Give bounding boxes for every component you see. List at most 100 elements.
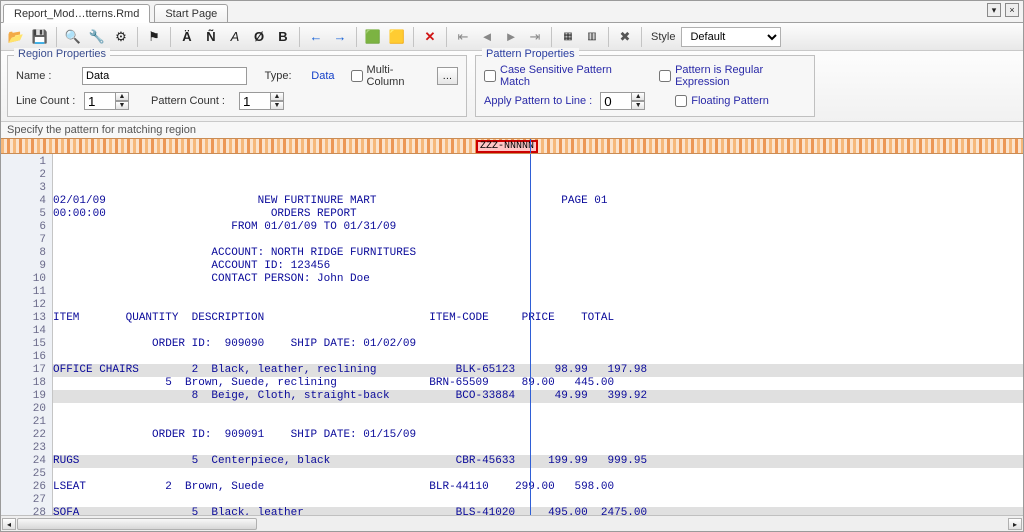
tab-start-page[interactable]: Start Page — [154, 4, 228, 22]
glyph-n-tilde[interactable]: Ñ — [200, 26, 222, 48]
report-line[interactable] — [53, 416, 1023, 429]
save-icon[interactable]: 💾 — [29, 26, 51, 48]
patterncount-down[interactable]: ▼ — [270, 101, 284, 110]
report-line[interactable]: FROM 01/01/09 TO 01/31/09 — [53, 221, 1023, 234]
patterncount-up[interactable]: ▲ — [270, 92, 284, 101]
glyph-a-umlaut[interactable]: Ä — [176, 26, 198, 48]
case-sensitive-label: Case Sensitive Pattern Match — [500, 64, 630, 88]
filter-a-icon[interactable]: ▦ — [557, 26, 579, 48]
type-label: Type: — [265, 70, 304, 82]
report-line[interactable]: ITEM QUANTITY DESCRIPTION ITEM-CODE PRIC… — [53, 312, 1023, 325]
glyph-a-italic[interactable]: A — [224, 26, 246, 48]
linecount-input[interactable] — [84, 92, 116, 110]
scroll-left-icon[interactable]: ◂ — [2, 518, 16, 530]
line-number: 14 — [1, 325, 52, 338]
patterncount-label: Pattern Count : — [151, 95, 231, 107]
apply-line-down[interactable]: ▼ — [631, 101, 645, 110]
nav-first-icon[interactable]: ⇤ — [452, 26, 474, 48]
main-toolbar: 📂 💾 🔍 🔧 ⚙ ⚑ Ä Ñ A Ø B ← → 🟩 🟨 ✕ ⇤ ◄ ► ⇥ … — [1, 23, 1023, 51]
report-line[interactable]: 02/01/09 NEW FURTINURE MART PAGE 01 — [53, 195, 1023, 208]
horizontal-scrollbar[interactable]: ◂ ▸ — [1, 515, 1023, 531]
arrow-right-icon[interactable]: → — [329, 26, 351, 48]
linecount-up[interactable]: ▲ — [115, 92, 129, 101]
pattern-marker[interactable]: ZZZ-NNNNN — [476, 140, 538, 153]
report-line[interactable]: CONTACT PERSON: John Doe — [53, 273, 1023, 286]
linecount-down[interactable]: ▼ — [115, 101, 129, 110]
glyph-b[interactable]: B — [272, 26, 294, 48]
report-line[interactable] — [53, 468, 1023, 481]
type-link[interactable]: Data — [311, 70, 334, 82]
multi-column-checkbox[interactable] — [351, 70, 363, 82]
region-properties-panel: Region Properties Name : Type: Data Mult… — [7, 55, 467, 117]
line-number: 5 — [1, 208, 52, 221]
region-props-legend: Region Properties — [14, 48, 110, 60]
report-line[interactable] — [53, 494, 1023, 507]
apply-line-up[interactable]: ▲ — [631, 92, 645, 101]
report-line[interactable] — [53, 325, 1023, 338]
regex-checkbox[interactable] — [659, 70, 671, 82]
apply-line-input[interactable] — [600, 92, 632, 110]
report-line[interactable]: 00:00:00 ORDERS REPORT — [53, 208, 1023, 221]
report-line[interactable]: ACCOUNT: NORTH RIDGE FURNITURES — [53, 247, 1023, 260]
report-line[interactable]: ORDER ID: 909091 SHIP DATE: 01/15/09 — [53, 429, 1023, 442]
nav-last-icon[interactable]: ⇥ — [524, 26, 546, 48]
report-line[interactable] — [53, 442, 1023, 455]
line-number: 13 — [1, 312, 52, 325]
report-line[interactable]: SOFA 5 Black, leather BLS-41020 495.00 2… — [53, 507, 1023, 515]
line-number: 10 — [1, 273, 52, 286]
report-line[interactable]: LSEAT 2 Brown, Suede BLR-44110 299.00 59… — [53, 481, 1023, 494]
scroll-right-icon[interactable]: ▸ — [1008, 518, 1022, 530]
line-number: 16 — [1, 351, 52, 364]
binoculars-icon[interactable]: 🔍 — [62, 26, 84, 48]
report-line[interactable]: RUGS 5 Centerpiece, black CBR-45633 199.… — [53, 455, 1023, 468]
grid-yellow-icon[interactable]: 🟨 — [386, 26, 408, 48]
delete-x-icon[interactable]: ✖ — [614, 26, 636, 48]
report-line[interactable]: ACCOUNT ID: 123456 — [53, 260, 1023, 273]
delete-icon[interactable]: ✕ — [419, 26, 441, 48]
floating-checkbox[interactable] — [675, 95, 687, 107]
line-number: 7 — [1, 234, 52, 247]
flag-icon[interactable]: ⚑ — [143, 26, 165, 48]
line-number: 27 — [1, 494, 52, 507]
tool-icon[interactable]: 🔧 — [86, 26, 108, 48]
style-label: Style — [651, 31, 675, 43]
line-number: 11 — [1, 286, 52, 299]
properties-row: Region Properties Name : Type: Data Mult… — [1, 51, 1023, 122]
line-number: 2 — [1, 169, 52, 182]
open-icon[interactable]: 📂 — [5, 26, 27, 48]
pattern-properties-panel: Pattern Properties Case Sensitive Patter… — [475, 55, 815, 117]
line-number: 1 — [1, 156, 52, 169]
tabstrip-close-icon[interactable]: × — [1005, 3, 1019, 17]
style-select[interactable]: Default — [681, 27, 781, 47]
report-line[interactable] — [53, 299, 1023, 312]
nav-prev-icon[interactable]: ◄ — [476, 26, 498, 48]
filter-b-icon[interactable]: ▥ — [581, 26, 603, 48]
tab-report-mod[interactable]: Report_Mod…tterns.Rmd — [3, 4, 150, 23]
multi-column-options-button[interactable]: … — [437, 67, 458, 85]
nav-next-icon[interactable]: ► — [500, 26, 522, 48]
report-line[interactable] — [53, 234, 1023, 247]
glyph-o-slash[interactable]: Ø — [248, 26, 270, 48]
report-line[interactable]: 8 Beige, Cloth, straight-back BCO-33884 … — [53, 390, 1023, 403]
report-line[interactable] — [53, 286, 1023, 299]
column-ruler[interactable]: ZZZ-NNNNN — [1, 138, 1023, 154]
report-content[interactable]: 02/01/09 NEW FURTINURE MART PAGE 0100:00… — [53, 154, 1023, 515]
grid-green-icon[interactable]: 🟩 — [362, 26, 384, 48]
line-number-gutter: 1234567891011121314151617181920212223242… — [1, 154, 53, 515]
line-number: 12 — [1, 299, 52, 312]
patterncount-input[interactable] — [239, 92, 271, 110]
name-input[interactable] — [82, 67, 247, 85]
report-line[interactable]: OFFICE CHAIRS 2 Black, leather, reclinin… — [53, 364, 1023, 377]
pattern-props-legend: Pattern Properties — [482, 48, 579, 60]
report-line[interactable]: 5 Brown, Suede, reclining BRN-65509 89.0… — [53, 377, 1023, 390]
report-line[interactable] — [53, 351, 1023, 364]
gear-icon[interactable]: ⚙ — [110, 26, 132, 48]
tabstrip-menu-icon[interactable]: ▾ — [987, 3, 1001, 17]
name-label: Name : — [16, 70, 74, 82]
report-line[interactable] — [53, 403, 1023, 416]
case-sensitive-checkbox[interactable] — [484, 70, 496, 82]
arrow-left-icon[interactable]: ← — [305, 26, 327, 48]
report-line[interactable]: ORDER ID: 909090 SHIP DATE: 01/02/09 — [53, 338, 1023, 351]
scroll-thumb[interactable] — [17, 518, 257, 530]
line-number: 17 — [1, 364, 52, 377]
